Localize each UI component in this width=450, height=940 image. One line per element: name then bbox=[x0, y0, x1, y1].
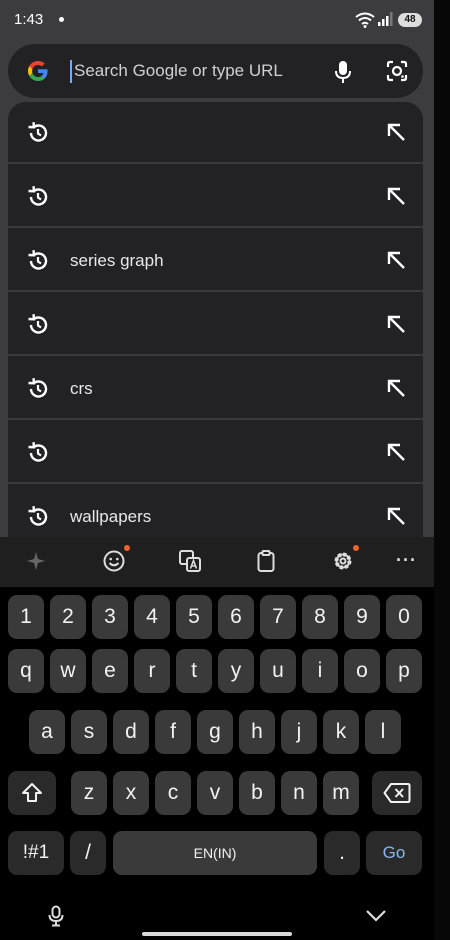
wifi-icon bbox=[355, 12, 375, 28]
key[interactable]: p bbox=[386, 649, 422, 693]
signal-icon bbox=[378, 12, 393, 26]
key[interactable]: v bbox=[197, 771, 233, 815]
suggestion-text: crs bbox=[70, 379, 93, 398]
fill-query-arrow-icon[interactable] bbox=[384, 440, 408, 464]
key[interactable]: d bbox=[113, 710, 149, 754]
suggestion-row[interactable] bbox=[8, 102, 423, 164]
key[interactable]: q bbox=[8, 649, 44, 693]
key[interactable]: b bbox=[239, 771, 275, 815]
key[interactable]: k bbox=[323, 710, 359, 754]
notification-badge bbox=[353, 545, 359, 551]
history-icon bbox=[28, 250, 48, 270]
key[interactable]: o bbox=[344, 649, 380, 693]
key[interactable]: r bbox=[134, 649, 170, 693]
microphone-icon[interactable] bbox=[331, 59, 355, 85]
key[interactable]: e bbox=[92, 649, 128, 693]
hide-keyboard-icon[interactable] bbox=[365, 909, 387, 923]
key[interactable]: g bbox=[197, 710, 233, 754]
suggestion-row[interactable]: crs bbox=[8, 358, 423, 420]
fill-query-arrow-icon[interactable] bbox=[384, 376, 408, 400]
suggestion-text: wallpapers bbox=[70, 507, 152, 526]
translate-icon[interactable] bbox=[178, 549, 202, 573]
keyboard: 1 2 3 4 5 6 7 8 9 0 q w e r t y u i o p … bbox=[0, 587, 434, 940]
key[interactable]: f bbox=[155, 710, 191, 754]
suggestion-row[interactable] bbox=[8, 294, 423, 356]
key[interactable]: 3 bbox=[92, 595, 128, 639]
suggestion-text: series graph bbox=[70, 251, 164, 270]
google-lens-icon[interactable] bbox=[385, 59, 409, 83]
key[interactable]: y bbox=[218, 649, 254, 693]
history-icon bbox=[28, 442, 48, 462]
key[interactable]: 7 bbox=[260, 595, 296, 639]
key[interactable]: 6 bbox=[218, 595, 254, 639]
key[interactable]: z bbox=[71, 771, 107, 815]
fill-query-arrow-icon[interactable] bbox=[384, 312, 408, 336]
key[interactable]: h bbox=[239, 710, 275, 754]
text-cursor bbox=[70, 60, 72, 83]
history-icon bbox=[28, 122, 48, 142]
history-icon bbox=[28, 314, 48, 334]
voice-input-icon[interactable] bbox=[47, 905, 65, 927]
suggestion-row[interactable] bbox=[8, 166, 423, 228]
period-key[interactable]: . bbox=[324, 831, 360, 875]
google-logo-icon bbox=[28, 61, 48, 81]
notification-badge bbox=[124, 545, 130, 551]
suggestion-row[interactable]: wallpapers bbox=[8, 486, 423, 537]
search-input[interactable]: Search Google or type URL bbox=[74, 61, 283, 81]
fill-query-arrow-icon[interactable] bbox=[384, 120, 408, 144]
key[interactable]: 4 bbox=[134, 595, 170, 639]
fill-query-arrow-icon[interactable] bbox=[384, 248, 408, 272]
screen: 1:43 48 Search Google or type URL series… bbox=[0, 0, 434, 940]
notification-dot bbox=[59, 17, 64, 22]
fill-query-arrow-icon[interactable] bbox=[384, 184, 408, 208]
clipboard-icon[interactable] bbox=[254, 549, 278, 573]
key[interactable]: 0 bbox=[386, 595, 422, 639]
key[interactable]: w bbox=[50, 649, 86, 693]
key[interactable]: j bbox=[281, 710, 317, 754]
status-bar: 1:43 48 bbox=[0, 0, 434, 40]
key[interactable]: 9 bbox=[344, 595, 380, 639]
key[interactable]: l bbox=[365, 710, 401, 754]
more-icon[interactable]: ··· bbox=[396, 550, 417, 571]
keyboard-toolbar: ··· bbox=[0, 537, 434, 587]
key[interactable]: m bbox=[323, 771, 359, 815]
key[interactable]: 5 bbox=[176, 595, 212, 639]
gesture-nav-bar[interactable] bbox=[142, 932, 292, 936]
suggestion-row[interactable] bbox=[8, 422, 423, 484]
key[interactable]: x bbox=[113, 771, 149, 815]
settings-icon[interactable] bbox=[331, 549, 355, 573]
key[interactable]: n bbox=[281, 771, 317, 815]
key[interactable]: c bbox=[155, 771, 191, 815]
backspace-key[interactable] bbox=[372, 771, 422, 815]
space-key[interactable]: EN(IN) bbox=[113, 831, 317, 875]
key[interactable]: u bbox=[260, 649, 296, 693]
fill-query-arrow-icon[interactable] bbox=[384, 504, 408, 528]
key[interactable]: s bbox=[71, 710, 107, 754]
shift-key[interactable] bbox=[8, 771, 56, 815]
symbols-key[interactable]: !#1 bbox=[8, 831, 64, 875]
sparkle-icon[interactable] bbox=[24, 549, 48, 573]
go-key[interactable]: Go bbox=[366, 831, 422, 875]
emoji-icon[interactable] bbox=[102, 549, 126, 573]
slash-key[interactable]: / bbox=[70, 831, 106, 875]
suggestion-row[interactable]: series graph bbox=[8, 230, 423, 292]
screen-edge bbox=[434, 0, 450, 940]
backspace-icon bbox=[383, 783, 411, 803]
battery-icon: 48 bbox=[398, 13, 422, 27]
key[interactable]: 8 bbox=[302, 595, 338, 639]
key[interactable]: t bbox=[176, 649, 212, 693]
status-time: 1:43 bbox=[14, 11, 44, 28]
suggestion-list: series graph crs wallpapers bbox=[8, 102, 423, 537]
key[interactable]: 2 bbox=[50, 595, 86, 639]
omnibox[interactable]: Search Google or type URL bbox=[8, 44, 423, 98]
history-icon bbox=[28, 378, 48, 398]
history-icon bbox=[28, 506, 48, 526]
shift-icon bbox=[22, 783, 42, 802]
key[interactable]: 1 bbox=[8, 595, 44, 639]
key[interactable]: a bbox=[29, 710, 65, 754]
key[interactable]: i bbox=[302, 649, 338, 693]
history-icon bbox=[28, 186, 48, 206]
